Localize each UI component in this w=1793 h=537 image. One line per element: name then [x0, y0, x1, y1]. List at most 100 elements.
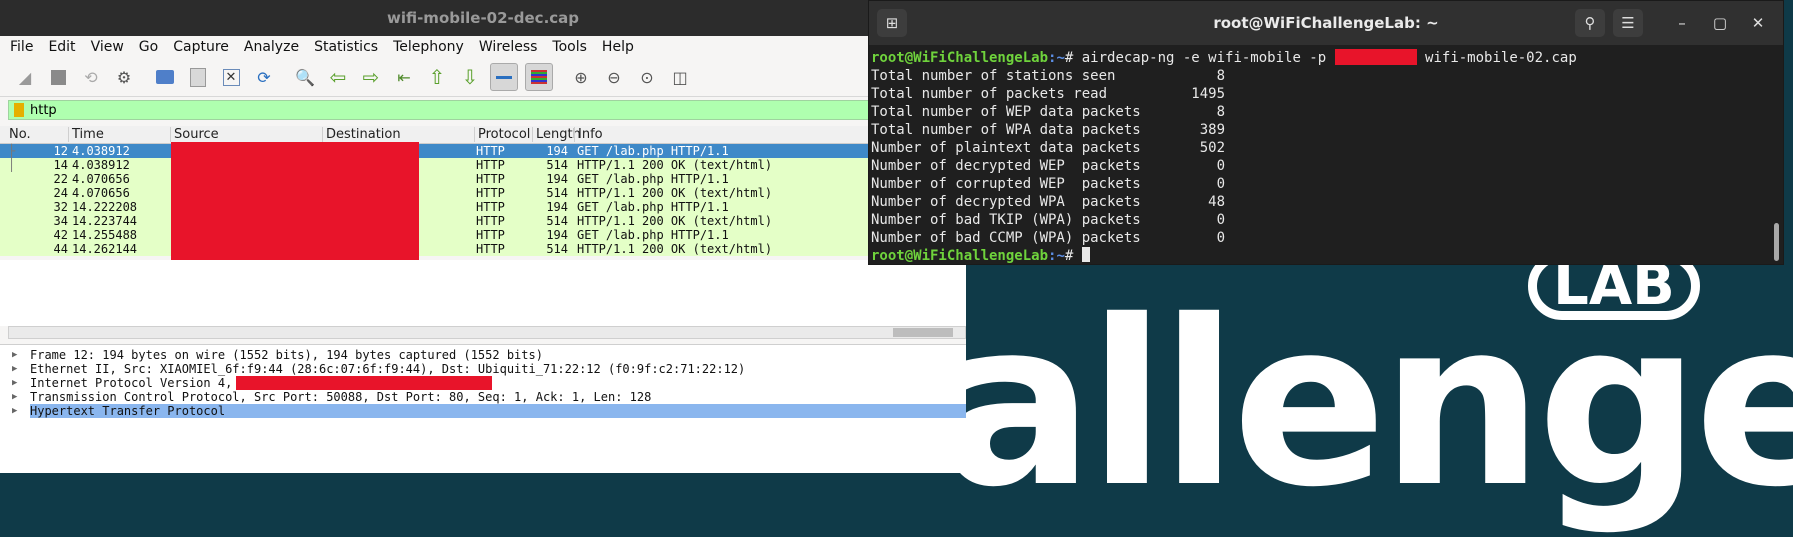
terminal-scrollbar[interactable]: [1774, 223, 1779, 261]
column-info[interactable]: Info: [574, 127, 603, 142]
packet-row[interactable]: 34 14.223744 HTTP 514 HTTP/1.1 200 OK (t…: [0, 214, 966, 228]
search-icon[interactable]: ⚲: [1575, 9, 1605, 37]
resize-columns-icon[interactable]: ◫: [667, 64, 693, 90]
output-line: Total number of packets read 1495: [871, 86, 1226, 102]
detail-frame[interactable]: ▶ Frame 12: 194 bytes on wire (1552 bits)…: [0, 348, 966, 362]
packet-no: 44: [53, 242, 68, 256]
restart-capture-icon[interactable]: ⟲: [78, 64, 104, 90]
colorize-icon[interactable]: [525, 63, 553, 91]
output-line: Number of bad TKIP (WPA) packets 0: [871, 212, 1226, 228]
menu-capture[interactable]: Capture: [173, 39, 229, 55]
stop-capture-icon[interactable]: [45, 64, 71, 90]
close-file-icon[interactable]: ✕: [218, 64, 244, 90]
packet-time: 4.070656: [72, 186, 130, 200]
packet-row[interactable]: ├ 12 4.038912 HTTP 194 GET /lab.php HTTP…: [0, 144, 966, 158]
packet-time: 14.262144: [72, 242, 138, 256]
menu-bar: File Edit View Go Capture Analyze Statis…: [0, 36, 966, 58]
new-tab-icon[interactable]: ⊞: [877, 9, 907, 37]
prompt-line: root@WiFiChallengeLab:~#: [871, 247, 1783, 265]
packet-row[interactable]: 32 14.222208 HTTP 194 GET /lab.php HTTP/…: [0, 200, 966, 214]
go-back-icon[interactable]: ⇦: [325, 64, 351, 90]
menu-view[interactable]: View: [91, 39, 124, 55]
detail-text: Transmission Control Protocol, Src Port:…: [30, 390, 652, 404]
expand-arrow-icon[interactable]: ▶: [12, 404, 17, 418]
detail-http[interactable]: ▶ Hypertext Transfer Protocol: [0, 404, 966, 418]
packet-no: 12: [53, 144, 68, 158]
packet-info: HTTP/1.1 200 OK (text/html): [577, 214, 773, 228]
menu-analyze[interactable]: Analyze: [244, 39, 299, 55]
zoom-in-icon[interactable]: ⊕: [568, 64, 594, 90]
detail-ethernet[interactable]: ▶ Ethernet II, Src: XIAOMIEl_6f:f9:44 (28…: [0, 362, 966, 376]
text-cursor: [1081, 247, 1090, 262]
output-line: Total number of stations seen 8: [871, 68, 1226, 84]
close-icon[interactable]: ✕: [1743, 9, 1773, 37]
minimize-icon[interactable]: –: [1667, 9, 1697, 37]
packet-list-empty-area: [0, 260, 966, 326]
prompt-path: :~: [1048, 248, 1065, 264]
packet-row[interactable]: 24 4.070656 HTTP 514 HTTP/1.1 200 OK (te…: [0, 186, 966, 200]
packet-row[interactable]: 42 14.255488 HTTP 194 GET /lab.php HTTP/…: [0, 228, 966, 242]
reload-file-icon[interactable]: ⟳: [251, 64, 277, 90]
menu-statistics[interactable]: Statistics: [314, 39, 378, 55]
expand-arrow-icon[interactable]: ▶: [12, 376, 17, 390]
menu-file[interactable]: File: [10, 39, 33, 55]
output-line: Number of plaintext data packets 502: [871, 140, 1226, 156]
wireshark-title: wifi-mobile-02-dec.cap: [0, 0, 966, 36]
packet-row[interactable]: │ 14 4.038912 HTTP 514 HTTP/1.1 200 OK (…: [0, 158, 966, 172]
packet-list-scrollbar[interactable]: [8, 326, 966, 339]
detail-tcp[interactable]: ▶ Transmission Control Protocol, Src Port…: [0, 390, 966, 404]
wireshark-window: wifi-mobile-02-dec.cap File Edit View Go…: [0, 0, 966, 473]
go-forward-icon[interactable]: ⇨: [358, 64, 384, 90]
menu-icon[interactable]: ☰: [1613, 9, 1643, 37]
menu-help[interactable]: Help: [602, 39, 634, 55]
column-destination[interactable]: Destination: [322, 127, 401, 142]
password-redaction: [1334, 49, 1417, 65]
detail-ipv4[interactable]: ▶ Internet Protocol Version 4,: [0, 376, 966, 390]
terminal-header: root@WiFiChallengeLab: ~ ⊞ ⚲ ☰ – ▢ ✕: [869, 1, 1783, 45]
expand-arrow-icon[interactable]: ▶: [12, 362, 17, 376]
packet-time: 4.038912: [72, 144, 130, 158]
terminal-output[interactable]: root@WiFiChallengeLab:~# airdecap-ng -e …: [869, 45, 1783, 264]
autoscroll-icon[interactable]: [490, 63, 518, 91]
packet-time: 14.255488: [72, 228, 138, 242]
packet-length: 514: [546, 214, 568, 228]
display-filter-bar[interactable]: http: [8, 100, 966, 120]
save-file-icon[interactable]: [185, 64, 211, 90]
packet-length: 194: [546, 144, 568, 158]
packet-row[interactable]: 44 14.262144 HTTP 514 HTTP/1.1 200 OK (t…: [0, 242, 966, 256]
packet-length: 514: [546, 186, 568, 200]
go-to-packet-icon[interactable]: ⇤: [391, 64, 417, 90]
menu-go[interactable]: Go: [139, 39, 158, 55]
find-packet-icon[interactable]: 🔍: [292, 64, 318, 90]
zoom-normal-icon[interactable]: ⊙: [634, 64, 660, 90]
address-redaction: [171, 142, 419, 260]
menu-tools[interactable]: Tools: [552, 39, 587, 55]
packet-length: 194: [546, 228, 568, 242]
packet-row[interactable]: 22 4.070656 HTTP 194 GET /lab.php HTTP/1…: [0, 172, 966, 186]
first-packet-icon[interactable]: ⇧: [424, 64, 450, 90]
menu-wireless[interactable]: Wireless: [479, 39, 538, 55]
menu-telephony[interactable]: Telephony: [393, 39, 464, 55]
scrollbar-thumb[interactable]: [893, 328, 953, 337]
bookmark-icon[interactable]: [14, 103, 24, 117]
packet-time: 14.223744: [72, 214, 138, 228]
column-time[interactable]: Time: [68, 127, 104, 142]
packet-list-header: No. Time Source Destination Protocol Len…: [0, 126, 966, 144]
last-packet-icon[interactable]: ⇩: [457, 64, 483, 90]
expand-arrow-icon[interactable]: ▶: [12, 390, 17, 404]
capture-options-icon[interactable]: ⚙: [111, 64, 137, 90]
terminal-title: root@WiFiChallengeLab: ~: [1213, 14, 1439, 32]
column-protocol[interactable]: Protocol: [474, 127, 530, 142]
menu-edit[interactable]: Edit: [48, 39, 75, 55]
packet-no: 22: [53, 172, 68, 186]
open-file-icon[interactable]: [152, 64, 178, 90]
main-toolbar: ◢ ⟲ ⚙ ✕ ⟳ 🔍 ⇦ ⇨ ⇤ ⇧ ⇩ ⊕ ⊖ ⊙ ◫: [0, 58, 966, 97]
maximize-icon[interactable]: ▢: [1705, 9, 1735, 37]
column-source[interactable]: Source: [170, 127, 219, 142]
packet-no: 14: [53, 158, 68, 172]
display-filter-input[interactable]: http: [30, 103, 57, 118]
zoom-out-icon[interactable]: ⊖: [601, 64, 627, 90]
column-no[interactable]: No.: [6, 127, 31, 142]
start-capture-icon[interactable]: ◢: [12, 64, 38, 90]
expand-arrow-icon[interactable]: ▶: [12, 348, 17, 362]
